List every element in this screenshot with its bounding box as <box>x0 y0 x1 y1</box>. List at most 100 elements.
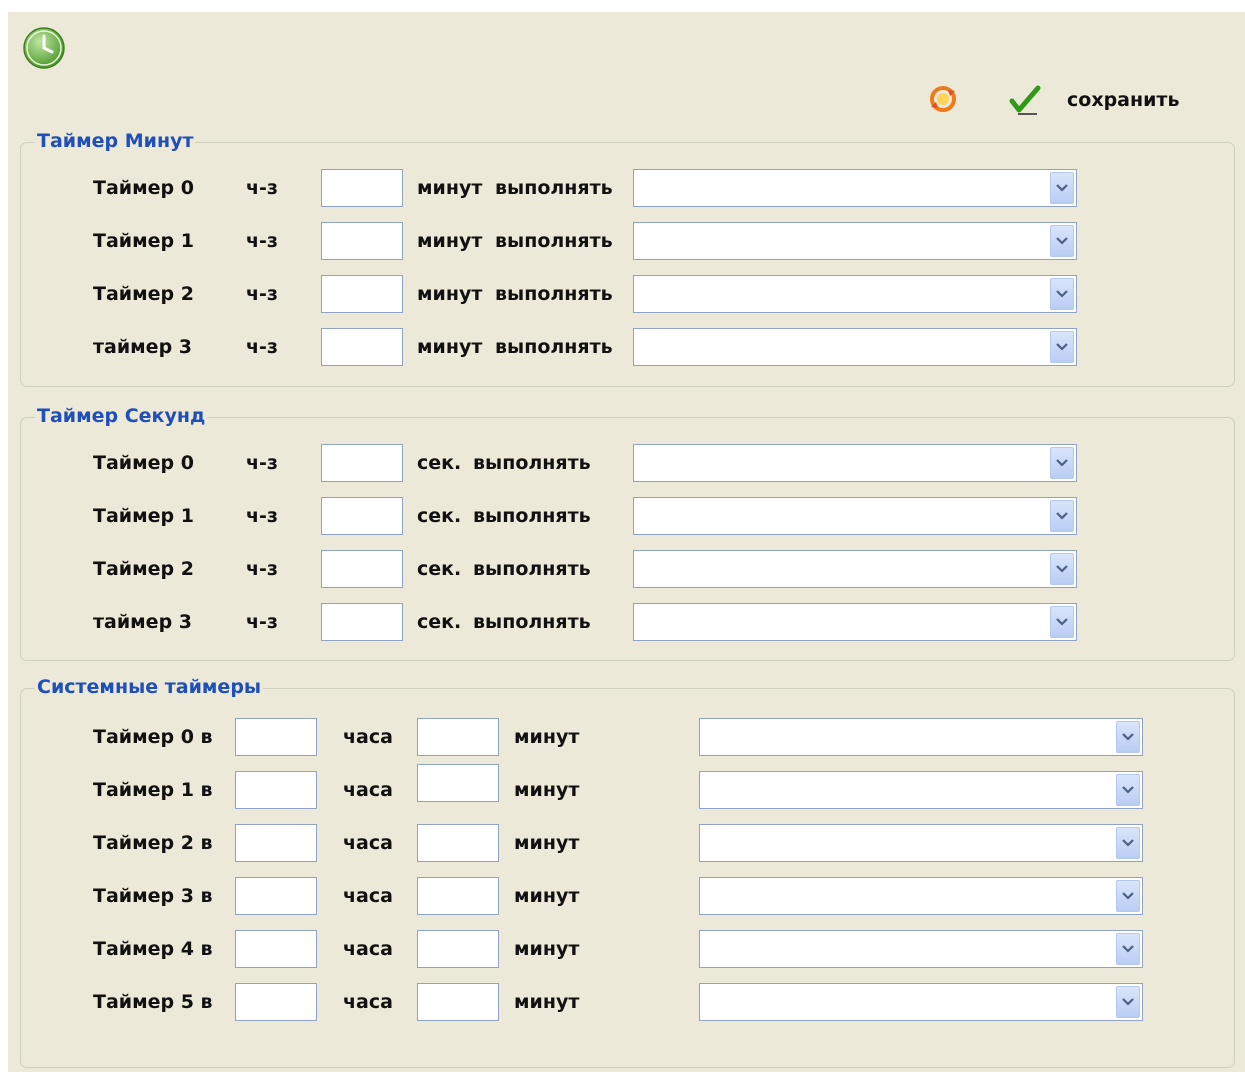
unit-label: минут <box>417 177 483 199</box>
minutes-input[interactable] <box>417 824 499 862</box>
action-select[interactable] <box>633 275 1077 313</box>
minutes-label: минут <box>514 991 580 1013</box>
timer-label: Таймер 0 <box>93 177 194 199</box>
execute-label: выполнять <box>473 558 591 580</box>
refresh-button[interactable] <box>928 84 958 114</box>
timer-label: Таймер 3 в <box>93 885 213 907</box>
unit-label: минут <box>417 230 483 252</box>
hours-label: часа <box>343 779 393 801</box>
action-select[interactable] <box>699 771 1143 809</box>
unit-label: сек. <box>417 505 462 527</box>
minute-timers-title: Таймер Минут <box>35 129 196 153</box>
hours-label: часа <box>343 832 393 854</box>
minute-timer-row: Таймер 2 ч-з минут выполнять <box>21 275 1234 313</box>
minute-interval-input[interactable] <box>321 222 403 260</box>
minute-timer-row: таймер 3 ч-з минут выполнять <box>21 328 1234 366</box>
chevron-down-icon[interactable] <box>1116 986 1140 1018</box>
timer-label: Таймер 2 в <box>93 832 213 854</box>
chevron-down-icon[interactable] <box>1050 225 1074 257</box>
hours-input[interactable] <box>235 771 317 809</box>
chevron-down-icon[interactable] <box>1116 721 1140 753</box>
execute-label: выполнять <box>473 452 591 474</box>
chevron-down-icon[interactable] <box>1050 553 1074 585</box>
hours-input[interactable] <box>235 983 317 1021</box>
chevron-down-icon[interactable] <box>1050 172 1074 204</box>
execute-label: выполнять <box>473 505 591 527</box>
hours-label: часа <box>343 885 393 907</box>
chevron-down-icon[interactable] <box>1050 447 1074 479</box>
minutes-label: минут <box>514 938 580 960</box>
second-timers-title: Таймер Секунд <box>35 404 208 428</box>
system-timer-row: Таймер 5 в часа минут <box>21 983 1234 1021</box>
minutes-input[interactable] <box>417 718 499 756</box>
system-timers-title: Системные таймеры <box>35 675 264 699</box>
hours-input[interactable] <box>235 930 317 968</box>
chevron-down-icon[interactable] <box>1050 331 1074 363</box>
action-select[interactable] <box>633 444 1077 482</box>
minute-timer-row: Таймер 1 ч-з минут выполнять <box>21 222 1234 260</box>
timer-label: Таймер 0 <box>93 452 194 474</box>
hours-label: часа <box>343 726 393 748</box>
hours-input[interactable] <box>235 824 317 862</box>
chevron-down-icon[interactable] <box>1116 880 1140 912</box>
minute-interval-input[interactable] <box>321 275 403 313</box>
chevron-down-icon[interactable] <box>1116 827 1140 859</box>
unit-label: минут <box>417 283 483 305</box>
action-select[interactable] <box>699 930 1143 968</box>
chevron-down-icon[interactable] <box>1050 278 1074 310</box>
minutes-label: минут <box>514 832 580 854</box>
minutes-input[interactable] <box>417 764 499 802</box>
chevron-down-icon[interactable] <box>1116 774 1140 806</box>
action-select[interactable] <box>633 328 1077 366</box>
hours-input[interactable] <box>235 877 317 915</box>
second-interval-input[interactable] <box>321 497 403 535</box>
hours-input[interactable] <box>235 718 317 756</box>
timer-label: Таймер 1 в <box>93 779 213 801</box>
checkmark-icon <box>1009 85 1041 115</box>
minutes-input[interactable] <box>417 930 499 968</box>
refresh-icon <box>930 86 956 112</box>
action-select[interactable] <box>633 550 1077 588</box>
chevron-down-icon[interactable] <box>1050 500 1074 532</box>
action-select[interactable] <box>633 603 1077 641</box>
minute-interval-input[interactable] <box>321 169 403 207</box>
via-label: ч-з <box>246 336 278 358</box>
clock-icon <box>20 24 68 72</box>
action-select[interactable] <box>633 497 1077 535</box>
via-label: ч-з <box>246 452 278 474</box>
save-button[interactable]: сохранить <box>1007 82 1187 118</box>
minute-interval-input[interactable] <box>321 328 403 366</box>
action-select[interactable] <box>699 824 1143 862</box>
timer-label: Таймер 1 <box>93 505 194 527</box>
execute-label: выполнять <box>495 336 613 358</box>
action-select[interactable] <box>699 983 1143 1021</box>
minutes-input[interactable] <box>417 877 499 915</box>
via-label: ч-з <box>246 230 278 252</box>
timer-label: Таймер 1 <box>93 230 194 252</box>
action-select[interactable] <box>633 169 1077 207</box>
action-select[interactable] <box>633 222 1077 260</box>
action-select[interactable] <box>699 877 1143 915</box>
via-label: ч-з <box>246 283 278 305</box>
system-timer-row: Таймер 0 в часа минут <box>21 718 1234 756</box>
via-label: ч-з <box>246 177 278 199</box>
save-button-label: сохранить <box>1067 89 1180 111</box>
hours-label: часа <box>343 938 393 960</box>
second-timer-row: Таймер 2 ч-з сек. выполнять <box>21 550 1234 588</box>
execute-label: выполнять <box>495 283 613 305</box>
minutes-input[interactable] <box>417 983 499 1021</box>
second-interval-input[interactable] <box>321 444 403 482</box>
chevron-down-icon[interactable] <box>1050 606 1074 638</box>
chevron-down-icon[interactable] <box>1116 933 1140 965</box>
execute-label: выполнять <box>495 177 613 199</box>
second-interval-input[interactable] <box>321 550 403 588</box>
second-timer-row: Таймер 0 ч-з сек. выполнять <box>21 444 1234 482</box>
unit-label: сек. <box>417 452 462 474</box>
execute-label: выполнять <box>473 611 591 633</box>
execute-label: выполнять <box>495 230 613 252</box>
action-select[interactable] <box>699 718 1143 756</box>
minutes-label: минут <box>514 726 580 748</box>
via-label: ч-з <box>246 505 278 527</box>
hours-label: часа <box>343 991 393 1013</box>
second-interval-input[interactable] <box>321 603 403 641</box>
